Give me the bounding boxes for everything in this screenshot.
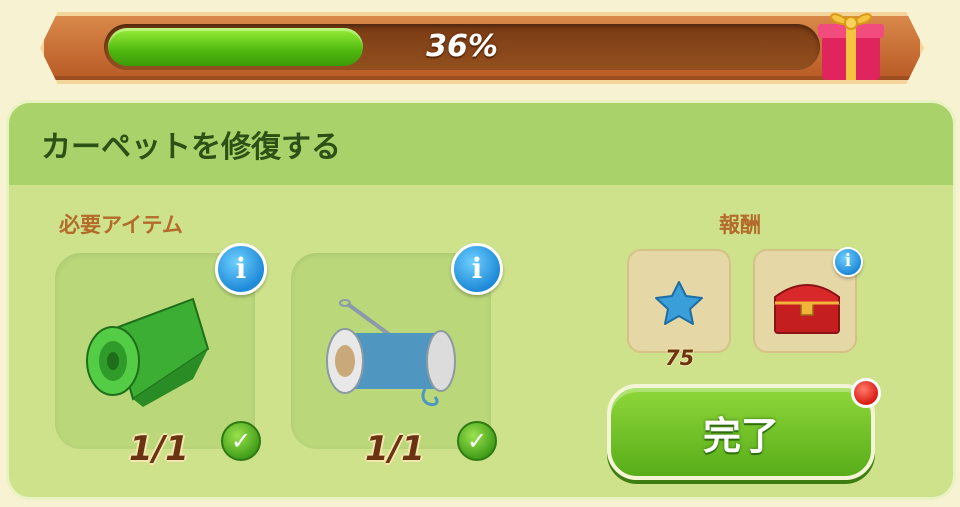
required-item-card[interactable]: i 1/1 ✓ xyxy=(291,243,503,469)
required-items-label: 必要アイテム xyxy=(59,213,183,237)
check-icon: ✓ xyxy=(457,421,497,461)
info-icon[interactable]: i xyxy=(833,247,863,277)
info-icon[interactable]: i xyxy=(451,243,503,295)
check-icon: ✓ xyxy=(221,421,261,461)
complete-button[interactable]: 完了 xyxy=(607,384,875,480)
thread-spool-icon xyxy=(326,299,456,407)
item-count: 1/1 xyxy=(129,429,189,469)
fabric-roll-icon xyxy=(86,297,210,407)
blue-star-icon xyxy=(655,281,703,325)
notification-dot xyxy=(851,378,881,408)
complete-button-label: 完了 xyxy=(702,413,779,458)
red-chest-icon xyxy=(774,284,840,334)
reward-amount: 75 xyxy=(665,346,695,370)
task-title: カーペットを修復する xyxy=(41,130,341,165)
progress-bar: 36% xyxy=(104,24,820,70)
task-header: カーペットを修復する xyxy=(9,103,953,185)
info-icon[interactable]: i xyxy=(215,243,267,295)
progress-percent: 36% xyxy=(426,29,498,64)
required-item-card[interactable]: i 1/1 ✓ xyxy=(55,243,267,469)
rewards-label: 報酬 xyxy=(719,213,761,237)
task-panel: カーペットを修復する 必要アイテム 報酬 i 1/1 ✓ i 1/1 ✓ 75 … xyxy=(6,100,956,500)
item-count: 1/1 xyxy=(365,429,425,469)
reward-card[interactable] xyxy=(627,249,731,353)
reward-card[interactable]: i xyxy=(753,247,863,353)
gift-box-icon[interactable] xyxy=(812,0,890,84)
